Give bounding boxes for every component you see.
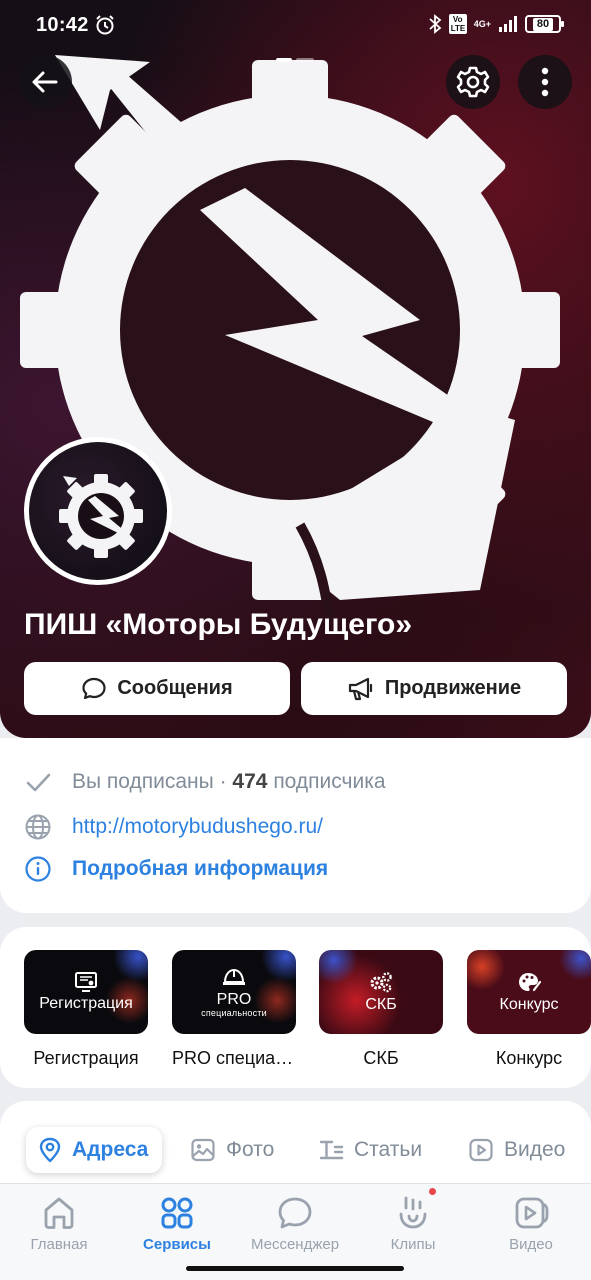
details-row[interactable]: Подробная информация	[24, 855, 328, 883]
clips-notification-badge	[427, 1186, 438, 1197]
battery-level: 80	[532, 17, 554, 31]
gears-icon	[370, 972, 392, 993]
subscribers-count: 474	[232, 770, 268, 793]
tab-label: Адреса	[72, 1138, 149, 1161]
service-tile-subtext: специальности	[201, 1007, 267, 1018]
volte-icon: Vo LTE	[448, 14, 467, 34]
service-label: Конкурс	[495, 1048, 563, 1068]
services-grid-icon	[161, 1197, 193, 1229]
video-play-icon	[515, 1197, 549, 1229]
details-link[interactable]: Подробная информация	[72, 857, 328, 881]
group-title: ПИШ «Моторы Будущего»	[24, 608, 413, 641]
service-tile-text: PRO	[216, 990, 252, 1008]
service-tile: Конкурс	[467, 950, 591, 1034]
tab-label: Видео	[504, 1138, 566, 1161]
group-info-card: Вы подписаны · 474 подписчика http://mot…	[0, 738, 591, 913]
cover-pager	[276, 58, 314, 62]
megaphone-icon	[348, 677, 372, 700]
tab-label: Статьи	[354, 1138, 423, 1161]
tab-label: Фото	[226, 1138, 275, 1161]
settings-button[interactable]	[446, 55, 500, 109]
network-type: 4G+	[473, 19, 491, 29]
pager-dot-active	[276, 58, 292, 62]
nav-home[interactable]: Главная	[4, 1194, 114, 1253]
tab-articles[interactable]: Статьи	[318, 1127, 422, 1173]
chat-bubble-icon	[82, 677, 106, 699]
arrow-left-icon	[32, 71, 58, 93]
nav-label: Мессенджер	[250, 1236, 340, 1253]
home-indicator[interactable]	[186, 1266, 404, 1271]
nav-video[interactable]: Видео	[476, 1194, 586, 1253]
nav-services[interactable]: Сервисы	[122, 1194, 232, 1253]
battery-icon: 80	[525, 15, 564, 33]
nav-label: Сервисы	[143, 1236, 211, 1253]
subscription-row[interactable]: Вы подписаны · 474 подписчика	[24, 768, 386, 796]
pager-dot	[296, 58, 314, 62]
nav-messenger[interactable]: Мессенджер	[240, 1194, 350, 1253]
service-tile: Регистрация	[24, 950, 148, 1034]
website-link[interactable]: http://motorybudushego.ru/	[72, 815, 323, 839]
clips-icon	[399, 1196, 427, 1229]
group-avatar[interactable]	[24, 437, 172, 585]
service-label: Регистрация	[33, 1048, 139, 1068]
status-time: 10:42	[36, 14, 89, 36]
more-button[interactable]	[518, 55, 572, 109]
alarm-icon	[96, 15, 114, 35]
check-icon	[26, 773, 51, 792]
service-tile: СКБ	[319, 950, 443, 1034]
messages-button[interactable]: Сообщения	[24, 662, 290, 715]
home-icon	[44, 1197, 74, 1229]
services-card: Регистрация Регистрация PRO специальност…	[0, 927, 591, 1088]
service-registration[interactable]: Регистрация Регистрация	[24, 950, 148, 1069]
subscribed-text: Вы подписаны ·	[72, 770, 227, 793]
gear-icon	[456, 66, 490, 98]
nav-label: Видео	[509, 1236, 553, 1253]
subscribers-word: подписчика	[273, 770, 386, 793]
article-icon	[319, 1140, 344, 1160]
service-tile-text: Конкурс	[499, 996, 559, 1013]
service-label: PRO специаль...	[172, 1048, 296, 1068]
more-vertical-icon	[541, 67, 549, 97]
globe-icon	[25, 814, 51, 840]
service-label: СКБ	[363, 1048, 399, 1068]
info-icon	[25, 856, 51, 882]
back-button[interactable]	[18, 55, 72, 109]
location-pin-icon	[39, 1137, 61, 1163]
service-tile-text: СКБ	[365, 996, 397, 1013]
bluetooth-icon	[429, 14, 442, 34]
promote-label: Продвижение	[384, 677, 522, 699]
service-contest[interactable]: Конкурс Конкурс	[467, 950, 591, 1069]
certificate-icon	[75, 972, 97, 992]
avatar-logo-image	[59, 474, 143, 558]
service-skb[interactable]: СКБ СКБ	[319, 950, 443, 1069]
palette-icon	[519, 973, 542, 992]
chat-bubble-icon	[278, 1197, 312, 1229]
messages-label: Сообщения	[117, 677, 233, 699]
signal-icon	[499, 16, 517, 32]
promote-button[interactable]: Продвижение	[301, 662, 567, 715]
service-pro[interactable]: PRO специальности PRO специаль...	[172, 950, 296, 1069]
nav-label: Клипы	[390, 1236, 436, 1253]
status-bar: 10:42 Vo LTE 4G+ 80	[0, 0, 591, 52]
group-cover: 10:42 Vo LTE 4G+ 80 ПИШ «Моторы Будущего…	[0, 0, 591, 738]
website-row[interactable]: http://motorybudushego.ru/	[24, 813, 323, 841]
helmet-icon	[223, 968, 245, 985]
tab-photos[interactable]: Фото	[190, 1127, 274, 1173]
tab-addresses[interactable]: Адреса	[26, 1127, 163, 1173]
tab-videos[interactable]: Видео	[468, 1127, 565, 1173]
photo-icon	[191, 1138, 215, 1162]
service-tile: PRO специальности	[172, 950, 296, 1034]
video-icon	[469, 1138, 493, 1162]
nav-clips[interactable]: Клипы	[358, 1194, 468, 1253]
nav-label: Главная	[30, 1236, 88, 1253]
service-tile-text: Регистрация	[39, 995, 133, 1012]
